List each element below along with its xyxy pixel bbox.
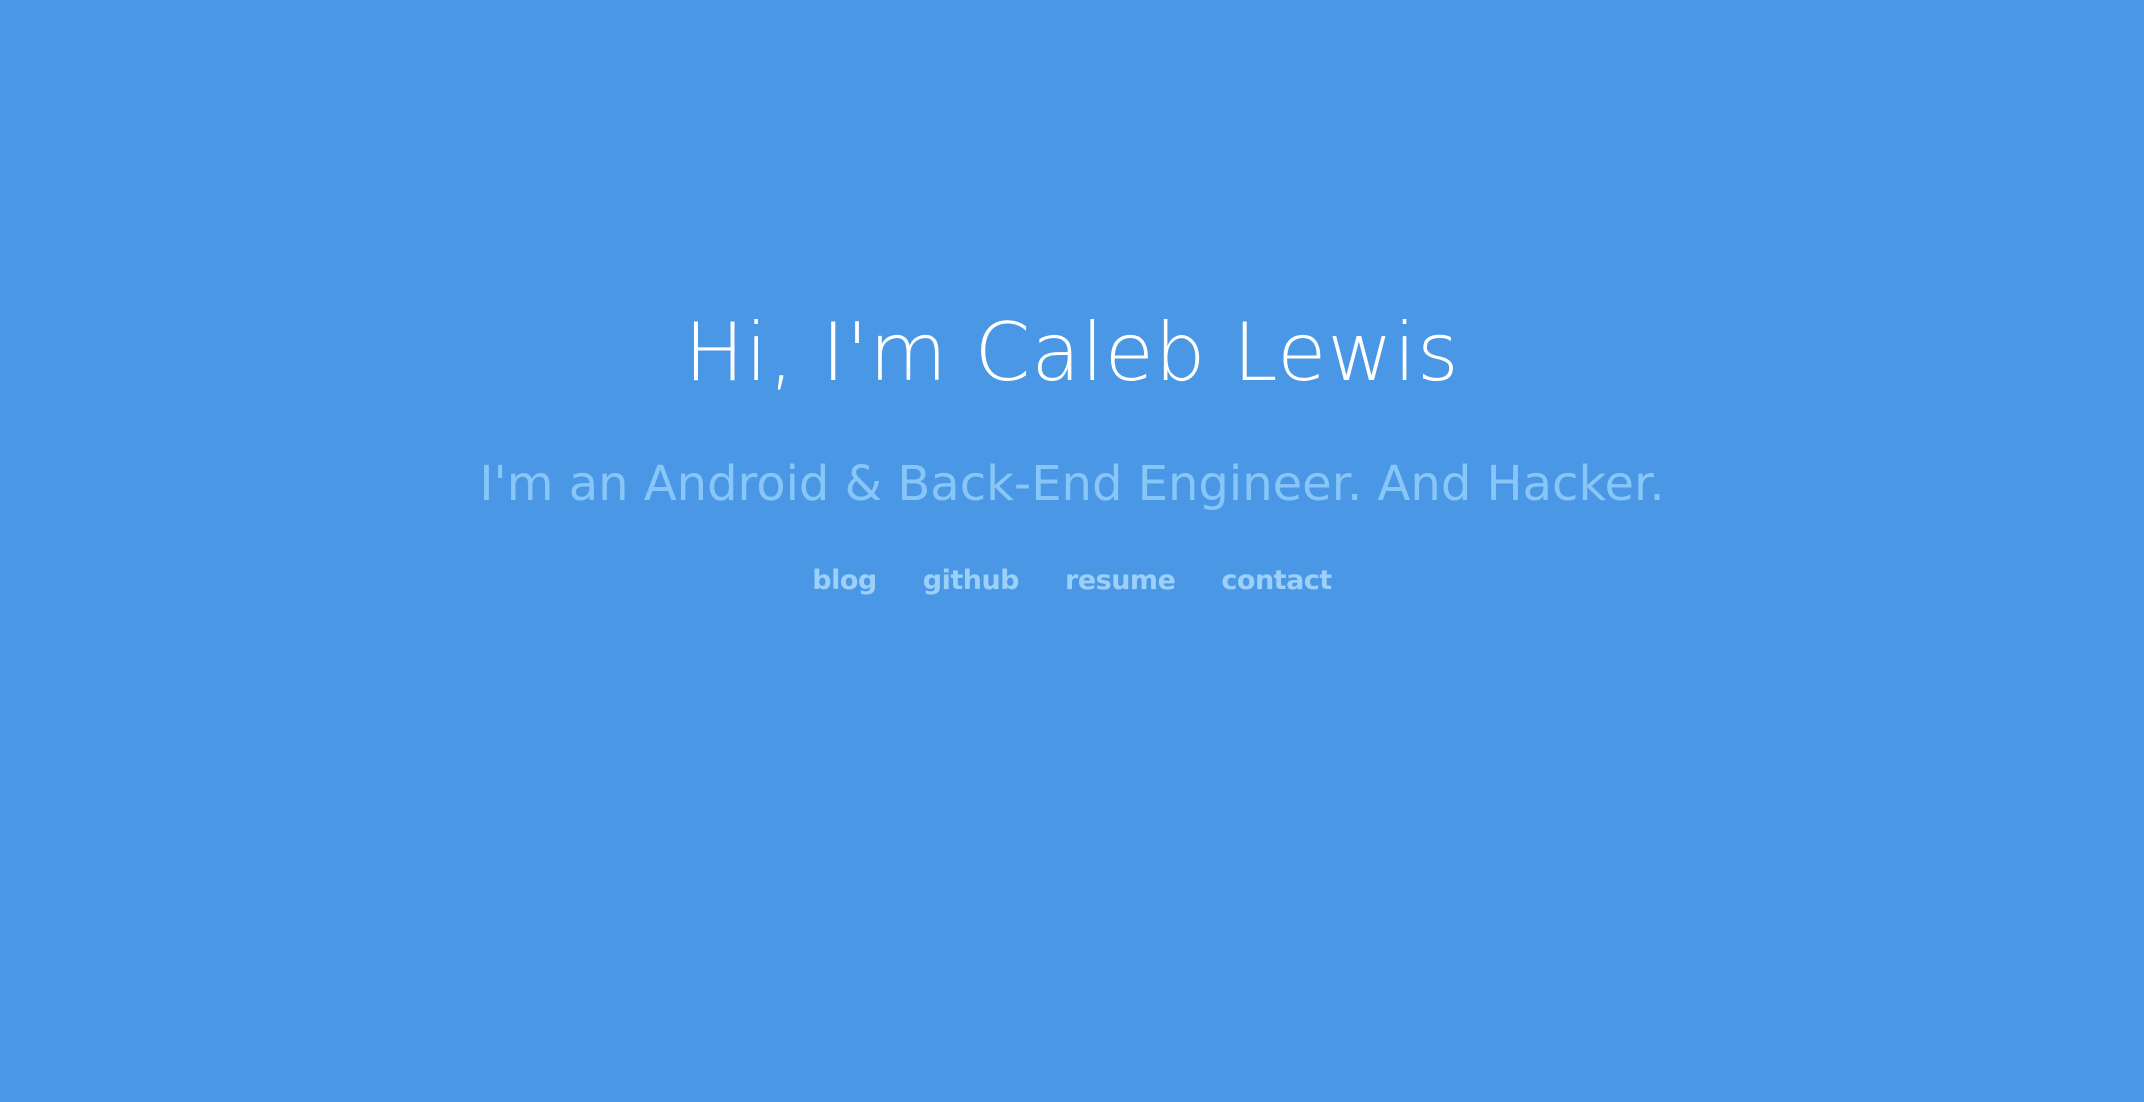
nav-link-contact[interactable]: contact <box>1221 560 1332 602</box>
nav-link-github[interactable]: github <box>923 560 1020 602</box>
main-nav: blog github resume contact <box>0 560 2144 602</box>
page-title: Hi, I'm Caleb Lewis <box>684 306 1460 399</box>
nav-link-resume[interactable]: resume <box>1065 560 1176 602</box>
tagline: I'm an Android & Back-End Engineer. And … <box>479 456 1665 512</box>
nav-link-blog[interactable]: blog <box>812 560 877 602</box>
hero-section: Hi, I'm Caleb Lewis I'm an Android & Bac… <box>0 0 2144 1102</box>
